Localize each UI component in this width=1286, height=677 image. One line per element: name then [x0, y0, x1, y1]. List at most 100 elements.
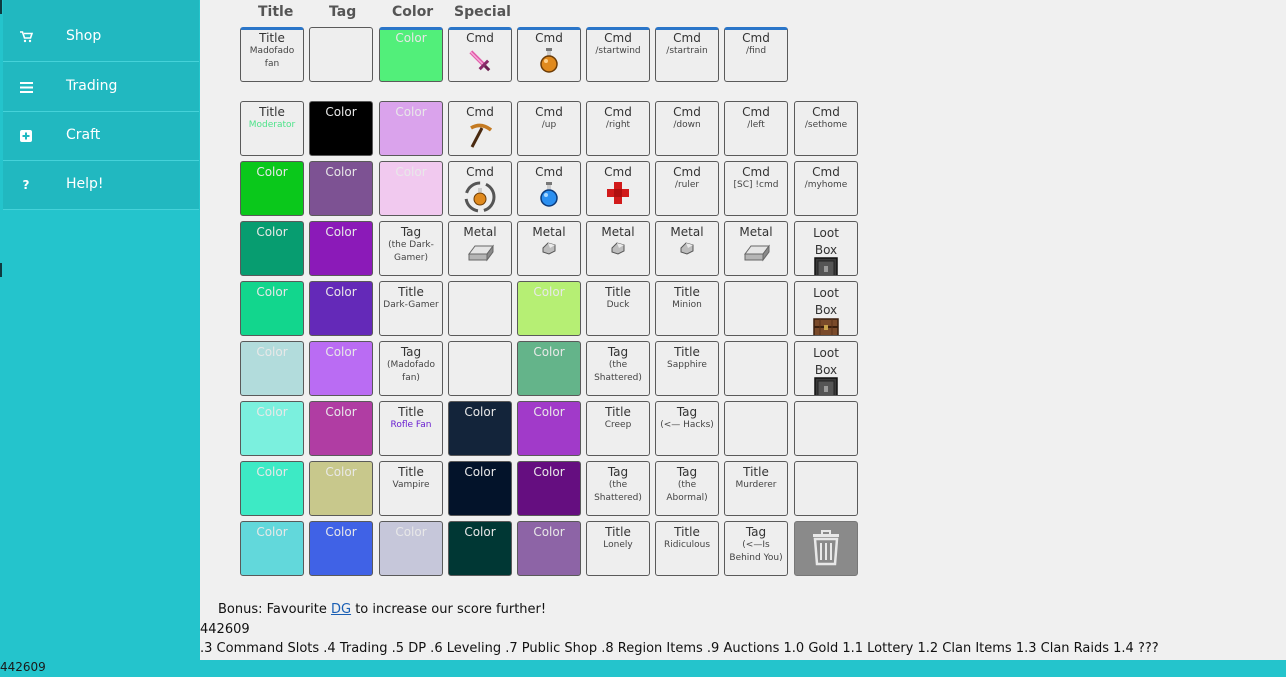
slot-value-label: /sethome	[804, 120, 848, 130]
inventory-slot-title[interactable]: Title Rofle Fan	[379, 401, 443, 456]
inventory-slot-cmd[interactable]: Cmd/myhome	[794, 161, 858, 216]
inventory-slot-color[interactable]: Color	[240, 521, 304, 576]
slot-type-label: Color	[325, 465, 357, 479]
inventory-slot-color[interactable]: Color	[240, 281, 304, 336]
slot-value-label: Ridiculous	[663, 540, 711, 550]
inventory-slot-loot-box[interactable]: Loot Box	[794, 221, 858, 276]
inventory-slot-loot-box[interactable]: Loot Box	[794, 341, 858, 396]
inventory-slot-cmd[interactable]: Cmd/sethome	[794, 101, 858, 156]
inventory-slot-color[interactable]: Color	[309, 401, 373, 456]
equipped-slot-cmd[interactable]: Cmd/startwind	[586, 27, 650, 82]
equipped-slot-cmd[interactable]: Cmd/startrain	[655, 27, 719, 82]
inventory-slot-title[interactable]: Title Dark-Gamer	[379, 281, 443, 336]
inventory-slot-color[interactable]: Color	[448, 401, 512, 456]
inventory-slot-metal[interactable]: Metal	[517, 221, 581, 276]
inventory-slot-cmd[interactable]: Cmd/ruler	[655, 161, 719, 216]
pickaxe-icon	[449, 120, 511, 154]
inventory-slot-cmd[interactable]: Cmd	[586, 161, 650, 216]
inventory-slot-color[interactable]: Color	[379, 521, 443, 576]
inventory-slot-color[interactable]: Color	[309, 461, 373, 516]
bonus-text: Bonus: Favourite DG to increase our scor…	[218, 602, 546, 617]
inventory-slot-color[interactable]: Color	[517, 521, 581, 576]
slot-value-label: /startwind	[595, 46, 641, 56]
dg-link[interactable]: DG	[331, 602, 351, 617]
inventory-slot-tag[interactable]: Tag (Madofado fan)	[379, 341, 443, 396]
equipped-slot-title[interactable]: Title Madofado fan	[240, 27, 304, 82]
sidebar-item-craft[interactable]: Craft	[3, 112, 199, 161]
inventory-slot-color[interactable]: Color	[309, 221, 373, 276]
inventory-slot-empty[interactable]	[724, 341, 788, 396]
slot-type-label: Color	[395, 105, 427, 119]
slot-type-label: Color	[256, 525, 288, 539]
inventory-slot-color[interactable]: Color	[517, 281, 581, 336]
inventory-slot-color[interactable]: Color	[240, 221, 304, 276]
inventory-slot-tag[interactable]: Tag (<—Is Behind You)	[724, 521, 788, 576]
inventory-slot-title[interactable]: Title Lonely	[586, 521, 650, 576]
inventory-slot-title[interactable]: Title Creep	[586, 401, 650, 456]
inventory-slot-cmd[interactable]: Cmd	[448, 101, 512, 156]
inventory-slot-color[interactable]: Color	[240, 341, 304, 396]
inventory-slot-metal[interactable]: Metal	[724, 221, 788, 276]
slot-type-label: Metal	[739, 225, 773, 239]
inventory-slot-color[interactable]: Color	[517, 461, 581, 516]
inventory-slot-tag[interactable]: Tag (the Dark-Gamer)	[379, 221, 443, 276]
inventory-slot-title[interactable]: Title Vampire	[379, 461, 443, 516]
inventory-slot-metal[interactable]: Metal	[655, 221, 719, 276]
trash-icon	[795, 529, 857, 571]
inventory-slot-loot-box[interactable]: Loot Box	[794, 281, 858, 336]
slot-type-label: Color	[256, 345, 288, 359]
equipped-slot-empty[interactable]	[309, 27, 373, 82]
inventory-slot-empty[interactable]	[794, 401, 858, 456]
equipped-slot-cmd[interactable]: Cmd	[517, 27, 581, 82]
sidebar-item-shop[interactable]: Shop	[3, 13, 199, 62]
inventory-slot-title[interactable]: Title Minion	[655, 281, 719, 336]
inventory-slot-empty[interactable]	[448, 281, 512, 336]
inventory-slot-color[interactable]: Color	[309, 521, 373, 576]
sidebar-item-trading[interactable]: Trading	[3, 63, 199, 112]
inventory-slot-color[interactable]: Color	[309, 281, 373, 336]
inventory-slot-title[interactable]: Title Murderer	[724, 461, 788, 516]
inventory-slot-title[interactable]: Title Ridiculous	[655, 521, 719, 576]
inventory-slot-metal[interactable]: Metal	[586, 221, 650, 276]
inventory-slot-tag[interactable]: Tag (the Shattered)	[586, 341, 650, 396]
inventory-slot-cmd[interactable]: Cmd/right	[586, 101, 650, 156]
inventory-slot-cmd[interactable]: Cmd [SC] !cmd	[724, 161, 788, 216]
equipped-slot-cmd[interactable]: Cmd/find	[724, 27, 788, 82]
equipped-slot-color[interactable]: Color	[379, 27, 443, 82]
inventory-slot-empty[interactable]	[794, 461, 858, 516]
inventory-slot-cmd[interactable]: Cmd/up	[517, 101, 581, 156]
inventory-slot-cmd[interactable]: Cmd/left	[724, 101, 788, 156]
inventory-slot-empty[interactable]	[448, 341, 512, 396]
slot-value-label: (the Abormal)	[666, 480, 708, 503]
equipped-slot-cmd[interactable]: Cmd	[448, 27, 512, 82]
inventory-slot-color[interactable]: Color	[517, 401, 581, 456]
inventory-slot-color[interactable]: Color	[379, 101, 443, 156]
inventory-slot-color[interactable]: Color	[448, 521, 512, 576]
inventory-slot-empty[interactable]	[724, 401, 788, 456]
inventory-slot-cmd[interactable]: Cmd/down	[655, 101, 719, 156]
inventory-slot-color[interactable]: Color	[379, 161, 443, 216]
inventory-slot-metal[interactable]: Metal	[448, 221, 512, 276]
inventory-slot-tag[interactable]: Tag (<— Hacks)	[655, 401, 719, 456]
inventory-slot-title[interactable]: Title Sapphire	[655, 341, 719, 396]
inventory-slot-title[interactable]: Title Duck	[586, 281, 650, 336]
slot-value-label: Rofle Fan	[390, 420, 432, 430]
inventory-slot-color[interactable]: Color	[309, 101, 373, 156]
inventory-slot-color[interactable]: Color	[240, 401, 304, 456]
inventory-slot-tag[interactable]: Tag (the Shattered)	[586, 461, 650, 516]
inventory-slot-color[interactable]: Color	[448, 461, 512, 516]
sidebar-item-help[interactable]: ? Help!	[3, 161, 199, 210]
inventory-slot-color[interactable]: Color	[240, 461, 304, 516]
inventory-slot-color[interactable]: Color	[309, 161, 373, 216]
inventory-slot-empty[interactable]	[724, 281, 788, 336]
inventory-slot-color[interactable]: Color	[309, 341, 373, 396]
inventory-slot-cmd[interactable]: Cmd	[448, 161, 512, 216]
inventory-slot-color[interactable]: Color	[517, 341, 581, 396]
inventory-slot-title[interactable]: Title Moderator	[240, 101, 304, 156]
inventory-slot-color[interactable]: Color	[240, 161, 304, 216]
slot-type-label: Tag	[607, 465, 629, 479]
inventory-trash-slot[interactable]	[794, 521, 858, 576]
inventory-slot-cmd[interactable]: Cmd	[517, 161, 581, 216]
inventory-slot-tag[interactable]: Tag (the Abormal)	[655, 461, 719, 516]
slot-type-label: Tag	[400, 225, 422, 239]
